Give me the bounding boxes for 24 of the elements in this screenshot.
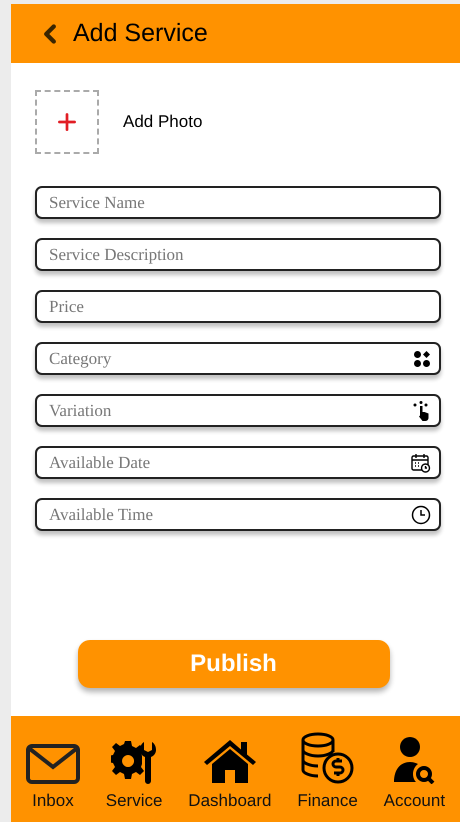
nav-tab[interactable]: Service (106, 732, 162, 814)
add-photo-label: Add Photo (123, 111, 202, 134)
tap-icon[interactable] (413, 400, 431, 420)
input-field[interactable]: Category (35, 342, 441, 375)
nav-tab[interactable]: Inbox (26, 732, 80, 814)
nav-tab[interactable]: Account (384, 732, 446, 814)
gear-wrench-icon (111, 738, 158, 784)
calendar-icon[interactable] (411, 452, 431, 472)
input-field[interactable]: Available Time (35, 498, 441, 531)
input-field[interactable]: Service Name (35, 186, 441, 219)
input-field[interactable]: Service Description (35, 238, 441, 271)
coins-dollar-icon (300, 732, 356, 784)
input-field[interactable]: Variation (35, 394, 441, 427)
envelope-icon (26, 744, 80, 784)
input-field[interactable]: Price (35, 290, 441, 323)
nav-tab[interactable]: Dashboard (188, 732, 272, 814)
page-title: Add Service (73, 18, 208, 49)
user-search-icon (392, 736, 436, 784)
input-field[interactable]: Available Date (35, 446, 441, 479)
house-icon (202, 738, 257, 784)
nav-tab[interactable]: Finance (297, 732, 358, 814)
add-photo-button[interactable] (35, 90, 99, 154)
grid-icon[interactable] (413, 350, 431, 368)
clock-icon[interactable] (411, 504, 431, 524)
